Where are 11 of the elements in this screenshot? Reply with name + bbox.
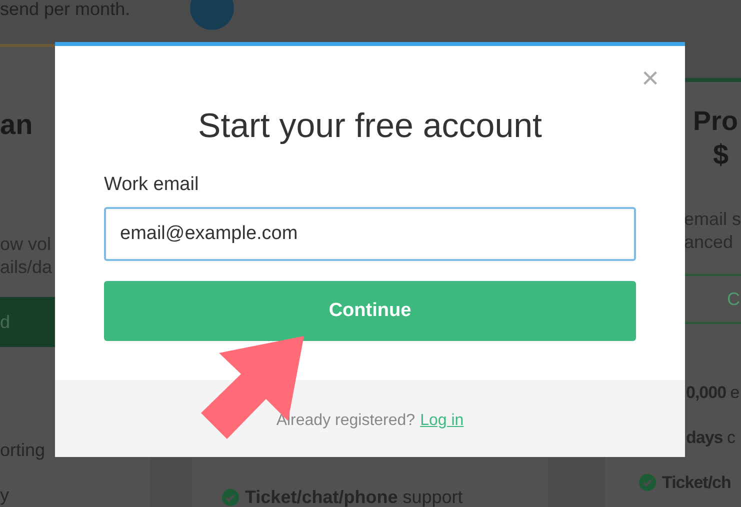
plan-title: an: [0, 108, 34, 142]
login-link[interactable]: Log in: [420, 408, 464, 432]
plan-title: Pro: [693, 105, 740, 138]
dialog-title: Start your free account: [197, 106, 543, 146]
plan-price: $: [713, 138, 730, 172]
field-label: Work email: [104, 173, 199, 197]
footer-text: Already registered?: [276, 410, 416, 430]
continue-button[interactable]: Continue: [104, 281, 636, 341]
check-icon: [639, 474, 656, 491]
email-field[interactable]: email@example.com: [104, 207, 636, 261]
close-button[interactable]: ×: [641, 64, 659, 94]
